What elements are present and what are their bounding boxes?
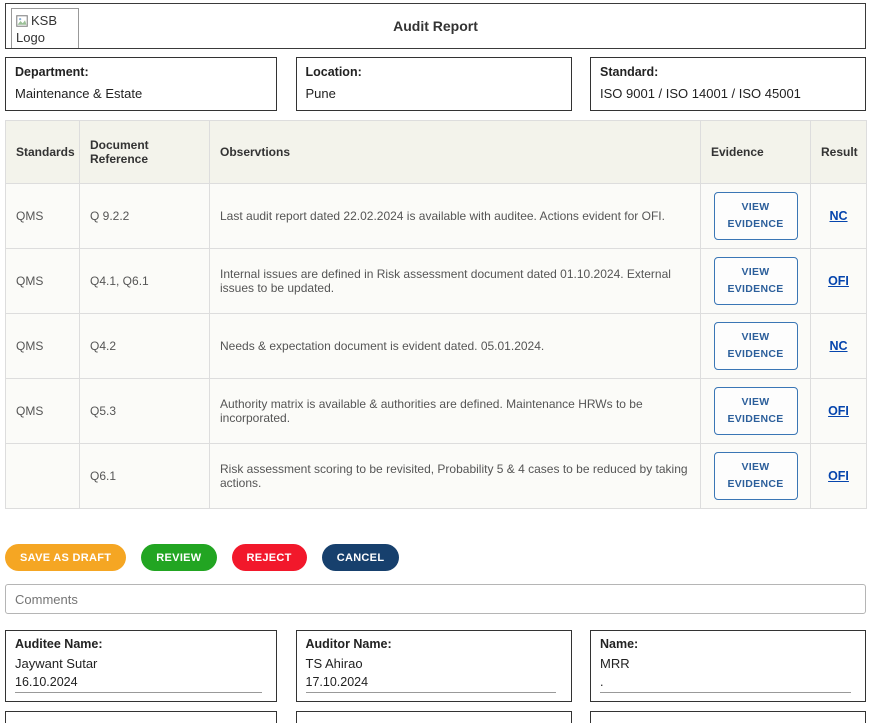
mrr-signature-box: Name: MRR <box>590 630 866 702</box>
column-header-evidence: Evidence <box>701 121 811 184</box>
view-evidence-button[interactable]: VIEW EVIDENCE <box>714 257 798 305</box>
observation-cell: Needs & expectation document is evident … <box>210 314 701 379</box>
observation-cell: Internal issues are defined in Risk asse… <box>210 249 701 314</box>
result-link[interactable]: OFI <box>828 404 849 418</box>
standard-cell: QMS <box>6 184 80 249</box>
clipped-bottom-row <box>5 711 866 723</box>
standard-cell: QMS <box>6 314 80 379</box>
view-evidence-button[interactable]: VIEW EVIDENCE <box>714 452 798 500</box>
auditor-signature-box: Auditor Name: TS Ahirao <box>296 630 572 702</box>
view-evidence-button[interactable]: VIEW EVIDENCE <box>714 387 798 435</box>
column-header-observations: Observtions <box>210 121 701 184</box>
auditee-date-input[interactable] <box>15 675 262 693</box>
department-value: Maintenance & Estate <box>15 86 267 101</box>
table-row: QMS Q 9.2.2 Last audit report dated 22.0… <box>6 184 867 249</box>
mrr-date-input[interactable] <box>600 675 851 693</box>
result-link[interactable]: OFI <box>828 469 849 483</box>
result-link[interactable]: OFI <box>828 274 849 288</box>
view-evidence-button[interactable]: VIEW EVIDENCE <box>714 192 798 240</box>
doc-ref-cell: Q4.1, Q6.1 <box>80 249 210 314</box>
column-header-document-reference: Document Reference <box>80 121 210 184</box>
result-link[interactable]: NC <box>829 339 847 353</box>
doc-ref-cell: Q 9.2.2 <box>80 184 210 249</box>
mrr-name-label: Name: <box>600 637 856 651</box>
review-button[interactable]: REVIEW <box>141 544 216 571</box>
standard-cell: QMS <box>6 249 80 314</box>
auditee-name-label: Auditee Name: <box>15 637 267 651</box>
save-as-draft-button[interactable]: SAVE AS DRAFT <box>5 544 126 571</box>
clipped-box <box>5 711 277 723</box>
auditee-signature-box: Auditee Name: Jaywant Sutar <box>5 630 277 702</box>
cancel-button[interactable]: CANCEL <box>322 544 400 571</box>
clipped-box <box>296 711 572 723</box>
report-header: KSB Logo Audit Report <box>5 3 866 49</box>
observation-cell: Last audit report dated 22.02.2024 is av… <box>210 184 701 249</box>
table-header-row: Standards Document Reference Observtions… <box>6 121 867 184</box>
standard-field: Standard: ISO 9001 / ISO 14001 / ISO 450… <box>590 57 866 111</box>
location-value: Pune <box>306 86 562 101</box>
standard-value: ISO 9001 / ISO 14001 / ISO 45001 <box>600 86 856 101</box>
table-row: QMS Q4.1, Q6.1 Internal issues are defin… <box>6 249 867 314</box>
location-label: Location: <box>306 65 562 79</box>
clipped-box <box>590 711 866 723</box>
department-field: Department: Maintenance & Estate <box>5 57 277 111</box>
broken-image-icon <box>16 15 28 27</box>
doc-ref-cell: Q5.3 <box>80 379 210 444</box>
auditee-name-value: Jaywant Sutar <box>15 656 267 671</box>
column-header-standards: Standards <box>6 121 80 184</box>
standard-cell <box>6 444 80 509</box>
audit-report-page: KSB Logo Audit Report Department: Mainte… <box>0 0 871 723</box>
result-link[interactable]: NC <box>829 209 847 223</box>
standard-label: Standard: <box>600 65 856 79</box>
doc-ref-cell: Q4.2 <box>80 314 210 379</box>
observation-cell: Risk assessment scoring to be revisited,… <box>210 444 701 509</box>
info-fields-row: Department: Maintenance & Estate Locatio… <box>5 57 866 111</box>
table-row: Q6.1 Risk assessment scoring to be revis… <box>6 444 867 509</box>
page-title: Audit Report <box>393 18 478 34</box>
ksb-logo: KSB Logo <box>11 8 79 49</box>
auditor-name-value: TS Ahirao <box>306 656 562 671</box>
reject-button[interactable]: REJECT <box>232 544 307 571</box>
observation-cell: Authority matrix is available & authorit… <box>210 379 701 444</box>
actions-row: SAVE AS DRAFT REVIEW REJECT CANCEL <box>5 544 866 571</box>
auditor-date-input[interactable] <box>306 675 557 693</box>
table-row: QMS Q4.2 Needs & expectation document is… <box>6 314 867 379</box>
standard-cell: QMS <box>6 379 80 444</box>
column-header-result: Result <box>811 121 867 184</box>
audit-table: Standards Document Reference Observtions… <box>5 120 867 509</box>
auditor-name-label: Auditor Name: <box>306 637 562 651</box>
doc-ref-cell: Q6.1 <box>80 444 210 509</box>
view-evidence-button[interactable]: VIEW EVIDENCE <box>714 322 798 370</box>
table-row: QMS Q5.3 Authority matrix is available &… <box>6 379 867 444</box>
department-label: Department: <box>15 65 267 79</box>
signatures-row: Auditee Name: Jaywant Sutar Auditor Name… <box>5 630 866 702</box>
location-field: Location: Pune <box>296 57 572 111</box>
mrr-name-value: MRR <box>600 656 856 671</box>
comments-input[interactable] <box>5 584 866 614</box>
